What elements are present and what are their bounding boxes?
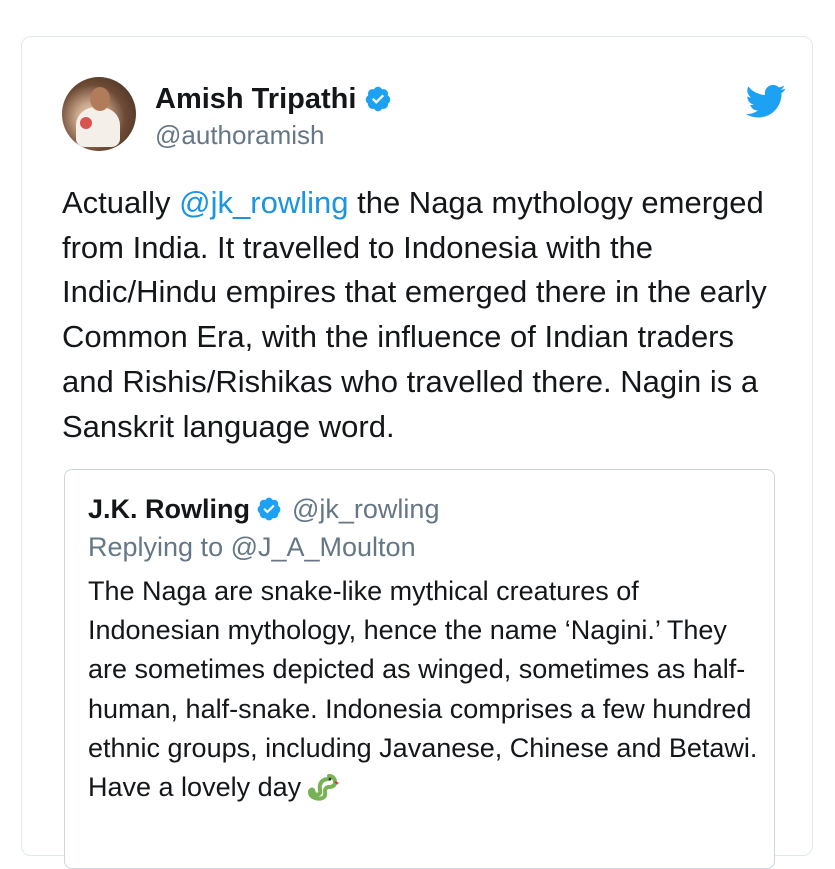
twitter-bird-icon[interactable] [746, 81, 786, 121]
reply-context: Replying to @J_A_Moulton [88, 532, 416, 562]
tweet-text-lead: Actually [62, 185, 180, 220]
author-display-name[interactable]: Amish Tripathi [155, 81, 356, 117]
quoted-author-handle: @jk_rowling [292, 494, 440, 524]
avatar[interactable] [62, 77, 136, 151]
quoted-author-name: J.K. Rowling [88, 494, 250, 524]
mention-link[interactable]: @jk_rowling [179, 185, 348, 220]
tweet-card: Amish Tripathi @authoramish Actually @jk… [21, 36, 813, 869]
author-handle[interactable]: @authoramish [155, 119, 324, 151]
verified-badge-icon [257, 497, 281, 521]
tweet-text-rest: the Naga mythology emerged from India. I… [62, 185, 767, 444]
author-name-row: Amish Tripathi [155, 81, 392, 117]
avatar-head-shape [90, 87, 110, 111]
avatar-accent-shape [80, 117, 92, 129]
verified-badge-icon [366, 86, 391, 112]
quoted-author-row: J.K. Rowling @jk_rowling [88, 492, 439, 526]
quoted-tweet-text: The Naga are snake-like mythical creatur… [88, 572, 768, 807]
snake-emoji-icon [308, 774, 339, 801]
tweet-header: Amish Tripathi @authoramish [62, 77, 786, 157]
quoted-tweet[interactable]: J.K. Rowling @jk_rowling Replying to @J_… [64, 469, 775, 869]
quoted-tweet-body: The Naga are snake-like mythical creatur… [88, 576, 758, 803]
tweet-text: Actually @jk_rowling the Naga mythology … [62, 181, 782, 449]
